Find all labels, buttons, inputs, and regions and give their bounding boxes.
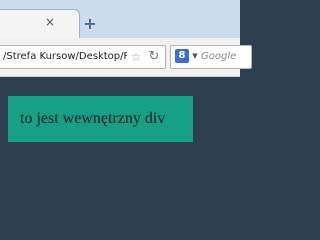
browser-tab[interactable]: × [0, 9, 80, 39]
address-bar[interactable]: /Strefa Kursow/Desktop/Ro: ☆ ↻ [0, 45, 166, 69]
inner-div-box: to jest wewnętrzny div [8, 96, 193, 142]
search-placeholder[interactable]: Google [201, 49, 249, 65]
search-box[interactable]: 8 ▼ Google [170, 45, 252, 69]
bookmark-star-icon[interactable]: ☆ [129, 49, 143, 65]
tab-close-icon[interactable]: × [43, 15, 57, 29]
inner-div-text: to jest wewnętrzny div [20, 110, 166, 127]
search-engine-icon[interactable]: 8 [175, 49, 189, 63]
reload-icon[interactable]: ↻ [147, 49, 161, 65]
new-tab-icon[interactable]: + [82, 16, 98, 32]
browser-toolbar: /Strefa Kursow/Desktop/Ro: ☆ ↻ 8 ▼ Googl… [0, 38, 252, 77]
page-viewport: to jest wewnętrzny div [0, 77, 240, 240]
chevron-down-icon[interactable]: ▼ [191, 50, 199, 62]
tab-strip: × + [0, 0, 240, 39]
address-bar-url[interactable]: /Strefa Kursow/Desktop/Ro: [3, 49, 127, 65]
